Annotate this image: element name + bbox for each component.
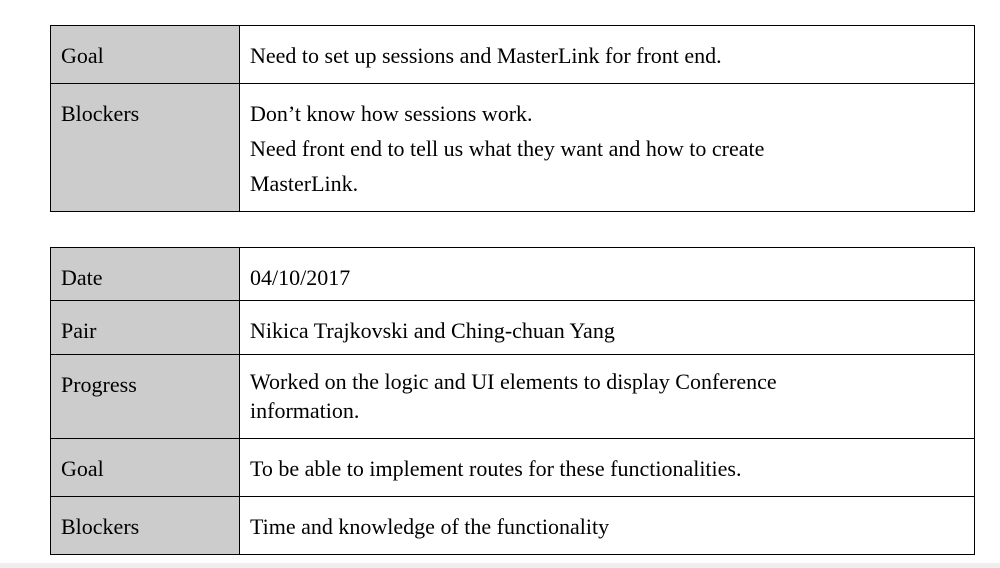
page-edge [0,563,1000,568]
row-label: Blockers [50,83,240,212]
row-label: Blockers [50,496,240,555]
table-row: Date 04/10/2017 [50,247,975,301]
line: Don’t know how sessions work. [250,101,533,126]
row-value: Worked on the logic and UI elements to d… [239,354,975,439]
row-value: Don’t know how sessions work. Need front … [239,83,975,212]
table-row: Blockers Don’t know how sessions work. Nee… [50,83,975,212]
table-row: Progress Worked on the logic and UI eleme… [50,354,975,439]
table-row: Goal To be able to implement routes for t… [50,438,975,497]
row-label: Goal [50,438,240,497]
table-row: Goal Need to set up sessions and MasterLi… [50,25,975,84]
row-value: Nikica Trajkovski and Ching-chuan Yang [239,300,975,355]
row-value: Need to set up sessions and MasterLink f… [239,25,975,84]
line: Need front end to tell us what they want… [250,136,765,196]
row-label: Date [50,247,240,301]
row-value: To be able to implement routes for these… [239,438,975,497]
table-row: Blockers Time and knowledge of the functi… [50,496,975,555]
row-label: Progress [50,354,240,439]
table-row: Pair Nikica Trajkovski and Ching-chuan Ya… [50,300,975,355]
row-label: Pair [50,300,240,355]
goal-blockers-table: Goal Need to set up sessions and MasterLi… [50,25,975,212]
progress-table: Date 04/10/2017 Pair Nikica Trajkovski and… [50,247,975,555]
row-value: 04/10/2017 [239,247,975,301]
row-value: Time and knowledge of the functionality [239,496,975,555]
row-label: Goal [50,25,240,84]
